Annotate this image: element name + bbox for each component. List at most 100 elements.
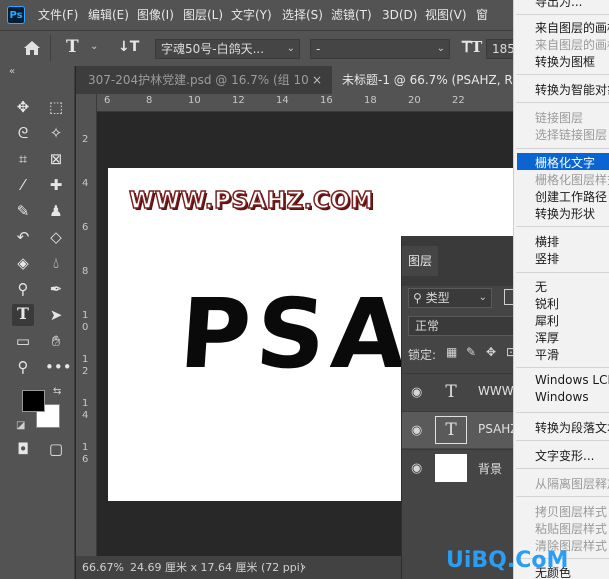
marquee-tool-icon[interactable]: ⬚ <box>45 96 67 118</box>
quick-mask-icon[interactable]: ◘ <box>12 438 34 460</box>
stamp-tool-icon[interactable]: ♟ <box>45 200 67 222</box>
font-family-select[interactable]: 字魂50号-白鸽天... ⌄ <box>155 39 300 59</box>
collapse-icon[interactable]: « <box>9 66 15 77</box>
menu-separator <box>516 74 609 75</box>
menu-file[interactable]: 文件(F) <box>38 0 78 30</box>
lock-paint-icon[interactable]: ✎ <box>466 345 476 359</box>
menu-separator <box>516 367 609 368</box>
foreground-color-top <box>22 390 45 412</box>
menu-item-aa-smooth[interactable]: 平滑 <box>535 346 559 363</box>
tab-label: 307-204护林党建.psd @ 16.7% (组 10,... <box>88 73 308 87</box>
ruler-tick: 16 <box>320 95 333 106</box>
more-tools-icon[interactable]: ••• <box>45 356 72 378</box>
brush-tool-icon[interactable]: ✎ <box>12 200 34 222</box>
dodge-tool-icon[interactable]: ⚲ <box>12 278 34 300</box>
menu-item-aa-sharp[interactable]: 锐利 <box>535 295 559 312</box>
menu-item-convert-paragraph[interactable]: 转换为段落文本 <box>535 419 609 436</box>
eye-icon[interactable]: ◉ <box>411 461 422 476</box>
menu-3d[interactable]: 3D(D) <box>382 0 417 30</box>
zoom-level[interactable]: 66.67% <box>82 556 124 579</box>
home-icon[interactable] <box>20 37 44 59</box>
menu-view[interactable]: 视图(V) <box>425 0 467 30</box>
layer-row[interactable]: ◉ 背景 <box>402 449 522 486</box>
zoom-tool-icon[interactable]: ⚲ <box>12 356 34 378</box>
menu-type[interactable]: 文字(Y) <box>231 0 272 30</box>
menu-item-artboard-from-layers[interactable]: 来自图层的画板 <box>535 19 609 36</box>
menu-item-windows-lcd[interactable]: Windows LCD <box>535 373 609 387</box>
hand-tool-icon[interactable]: ✋︎ <box>45 330 67 352</box>
document-info: 24.69 厘米 x 17.64 厘米 (72 ppi) <box>130 561 305 574</box>
menu-separator <box>516 496 609 497</box>
swap-colors-icon[interactable]: ⇆ <box>53 386 61 397</box>
menu-separator <box>516 412 609 413</box>
layer-filter-select[interactable]: ⚲ 类型 ⌄ <box>408 288 492 308</box>
toolbar: « ✥ ⬚ ᘓ ✧ ⌗ ⊠ ⁄ ✚ ✎ ♟ ↶ ◇ ◈ 💧︎ ⚲ ✒ T ➤ ▭… <box>0 66 75 579</box>
menu-item-convert-to-frame[interactable]: 转换为图框 <box>535 53 595 70</box>
menu-separator <box>516 272 609 273</box>
chevron-down-icon: ⌄ <box>436 43 445 54</box>
ruler-tick: 2 <box>82 366 89 377</box>
menu-edit[interactable]: 编辑(E) <box>88 0 129 30</box>
font-style-select[interactable]: - ⌄ <box>310 39 450 59</box>
menu-separator <box>516 102 609 103</box>
move-tool-icon[interactable]: ✥ <box>12 96 34 118</box>
menu-image[interactable]: 图像(I) <box>137 0 174 30</box>
text-orientation-icon[interactable]: ↓T <box>118 39 139 55</box>
menu-filter[interactable]: 滤镜(T) <box>331 0 372 30</box>
rectangle-tool-icon[interactable]: ▭ <box>12 330 34 352</box>
menu-separator <box>516 148 609 149</box>
menu-item-aa-crisp[interactable]: 犀利 <box>535 312 559 329</box>
close-icon[interactable]: × <box>312 66 322 94</box>
menu-item-horizontal[interactable]: 横排 <box>535 233 559 250</box>
lock-transparent-icon[interactable]: ▦ <box>446 345 457 359</box>
chevron-down-icon[interactable]: ⌄ <box>90 41 98 52</box>
menu-item-aa-none[interactable]: 无 <box>535 278 547 295</box>
font-size-input[interactable]: 185 <box>486 39 516 59</box>
lasso-tool-icon[interactable]: ᘓ <box>12 122 34 144</box>
eyedropper-icon[interactable]: ⁄ <box>12 174 34 196</box>
ruler-horizontal: 6 8 10 12 14 16 18 20 22 <box>96 94 516 112</box>
menu-item-export[interactable]: 导出为... <box>535 0 582 10</box>
menu-item-windows[interactable]: Windows <box>535 390 589 404</box>
default-colors-icon[interactable]: ◪ <box>16 420 25 431</box>
menu-window[interactable]: 窗 <box>476 0 488 30</box>
magic-wand-icon[interactable]: ✧ <box>45 122 67 144</box>
menu-item-convert-smart-object[interactable]: 转换为智能对象 <box>535 81 609 98</box>
chevron-right-icon[interactable]: › <box>302 556 306 579</box>
frame-tool-icon[interactable]: ⊠ <box>45 148 67 170</box>
menu-select[interactable]: 选择(S) <box>282 0 323 30</box>
lock-position-icon[interactable]: ✥ <box>486 345 496 359</box>
tab-layers[interactable]: 图层 <box>402 246 438 276</box>
blur-tool-icon[interactable]: 💧︎ <box>45 252 67 274</box>
ruler-tick: 10 <box>188 95 201 106</box>
eye-icon[interactable]: ◉ <box>411 423 422 438</box>
tab-label: 未标题-1 @ 66.7% (PSAHZ, RGB <box>342 73 516 87</box>
menu-item-vertical[interactable]: 竖排 <box>535 250 559 267</box>
document-tabs: 307-204护林党建.psd @ 16.7% (组 10,... × 未标题-… <box>76 66 516 94</box>
menu-item-create-work-path[interactable]: 创建工作路径 <box>535 188 607 205</box>
layer-row-selected[interactable]: ◉ T PSAHZ <box>402 411 522 448</box>
crop-tool-icon[interactable]: ⌗ <box>12 148 34 170</box>
divider <box>50 35 51 61</box>
text-tool-icon[interactable]: T <box>66 37 79 57</box>
layer-row[interactable]: ◉ T WWW.P <box>402 373 523 410</box>
healing-brush-icon[interactable]: ✚ <box>45 174 67 196</box>
blend-mode-value: 正常 <box>415 319 440 333</box>
menu-item-rasterize-type[interactable]: 栅格化文字 <box>535 154 595 171</box>
eye-icon[interactable]: ◉ <box>411 385 422 400</box>
menu-item-aa-strong[interactable]: 浑厚 <box>535 329 559 346</box>
path-select-icon[interactable]: ➤ <box>45 304 67 326</box>
eraser-tool-icon[interactable]: ◇ <box>45 226 67 248</box>
photoshop-logo[interactable]: Ps <box>7 6 25 24</box>
history-brush-icon[interactable]: ↶ <box>12 226 34 248</box>
menu-item-convert-to-shape[interactable]: 转换为形状 <box>535 205 595 222</box>
blend-mode-select[interactable]: 正常 <box>408 316 520 336</box>
menu-layer[interactable]: 图层(L) <box>183 0 223 30</box>
type-tool-icon[interactable]: T <box>12 304 34 326</box>
tab-document-1[interactable]: 307-204护林党建.psd @ 16.7% (组 10,... × <box>76 66 328 94</box>
pen-tool-icon[interactable]: ✒ <box>45 278 67 300</box>
menu-item-warp-text[interactable]: 文字变形... <box>535 447 594 464</box>
tab-document-2[interactable]: 未标题-1 @ 66.7% (PSAHZ, RGB <box>332 66 516 94</box>
screen-mode-icon[interactable]: ▢ <box>45 438 67 460</box>
paint-bucket-icon[interactable]: ◈ <box>12 252 34 274</box>
